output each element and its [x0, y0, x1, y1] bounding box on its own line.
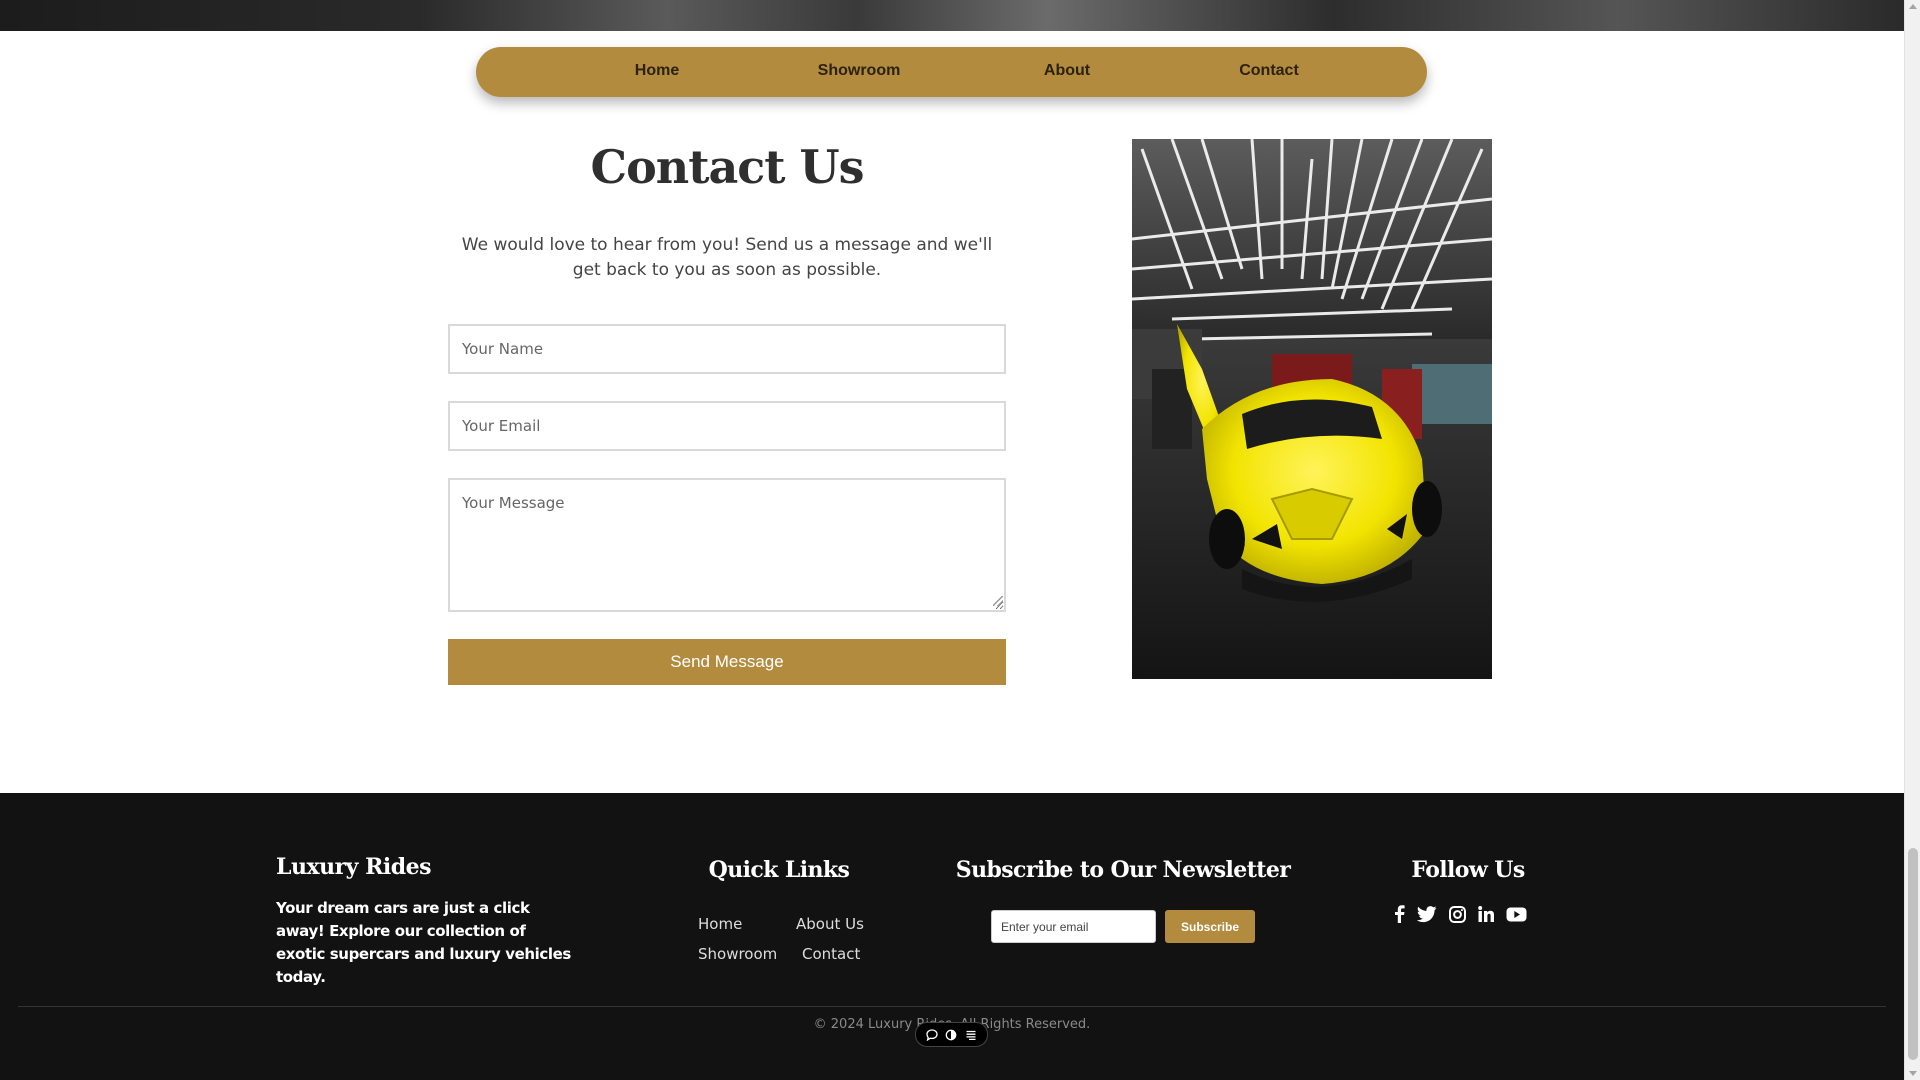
contact-intro: We would love to hear from you! Send us …	[461, 235, 993, 280]
instagram-icon[interactable]	[1444, 901, 1470, 927]
contact-title: Contact Us	[590, 140, 864, 194]
site-footer: Luxury Rides Your dream cars are just a …	[0, 793, 1904, 1080]
facebook-icon[interactable]	[1386, 901, 1412, 927]
nav-showroom[interactable]: Showroom	[818, 47, 901, 97]
send-message-button[interactable]: Send Message	[448, 639, 1006, 685]
contrast-icon[interactable]	[943, 1027, 959, 1043]
scroll-down-icon[interactable]	[1909, 1071, 1917, 1076]
footer-divider	[18, 1006, 1886, 1007]
footer-tagline: Your dream cars are just a click away! E…	[276, 899, 571, 986]
scroll-up-icon[interactable]	[1909, 4, 1917, 9]
quick-links-heading: Quick Links	[708, 857, 850, 883]
page-scrollbar[interactable]	[1904, 0, 1920, 1080]
menu-icon[interactable]	[963, 1027, 979, 1043]
footer-brand: Luxury Rides	[276, 854, 432, 880]
textarea-resize-handle[interactable]	[993, 596, 1003, 606]
scrollbar-thumb[interactable]	[1908, 848, 1918, 1060]
nav-about[interactable]: About	[1044, 47, 1090, 97]
yellow-supercar-image	[1132, 139, 1492, 679]
youtube-icon[interactable]	[1503, 901, 1529, 927]
footer-link-about-us[interactable]: About Us	[796, 915, 864, 933]
nav-home[interactable]: Home	[635, 47, 679, 97]
newsletter-email-input[interactable]	[991, 910, 1156, 943]
follow-us-heading: Follow Us	[1411, 857, 1525, 883]
page: Home Showroom About Contact Contact Us W…	[0, 0, 1904, 1080]
car-photo	[1132, 139, 1492, 679]
email-field[interactable]	[448, 401, 1006, 451]
hero-image-strip	[0, 0, 1904, 31]
main-nav: Home Showroom About Contact	[476, 47, 1427, 97]
linkedin-icon[interactable]	[1473, 901, 1499, 927]
message-field[interactable]	[448, 478, 1006, 612]
subscribe-button[interactable]: Subscribe	[1165, 910, 1255, 943]
floating-toolbar	[915, 1022, 988, 1047]
footer-link-contact[interactable]: Contact	[802, 945, 860, 963]
nav-contact[interactable]: Contact	[1239, 47, 1299, 97]
name-field[interactable]	[448, 324, 1006, 374]
twitter-icon[interactable]	[1414, 901, 1440, 927]
newsletter-heading: Subscribe to Our Newsletter	[955, 857, 1291, 883]
footer-link-showroom[interactable]: Showroom	[698, 945, 777, 963]
comment-icon[interactable]	[924, 1027, 940, 1043]
footer-link-home[interactable]: Home	[698, 915, 742, 933]
